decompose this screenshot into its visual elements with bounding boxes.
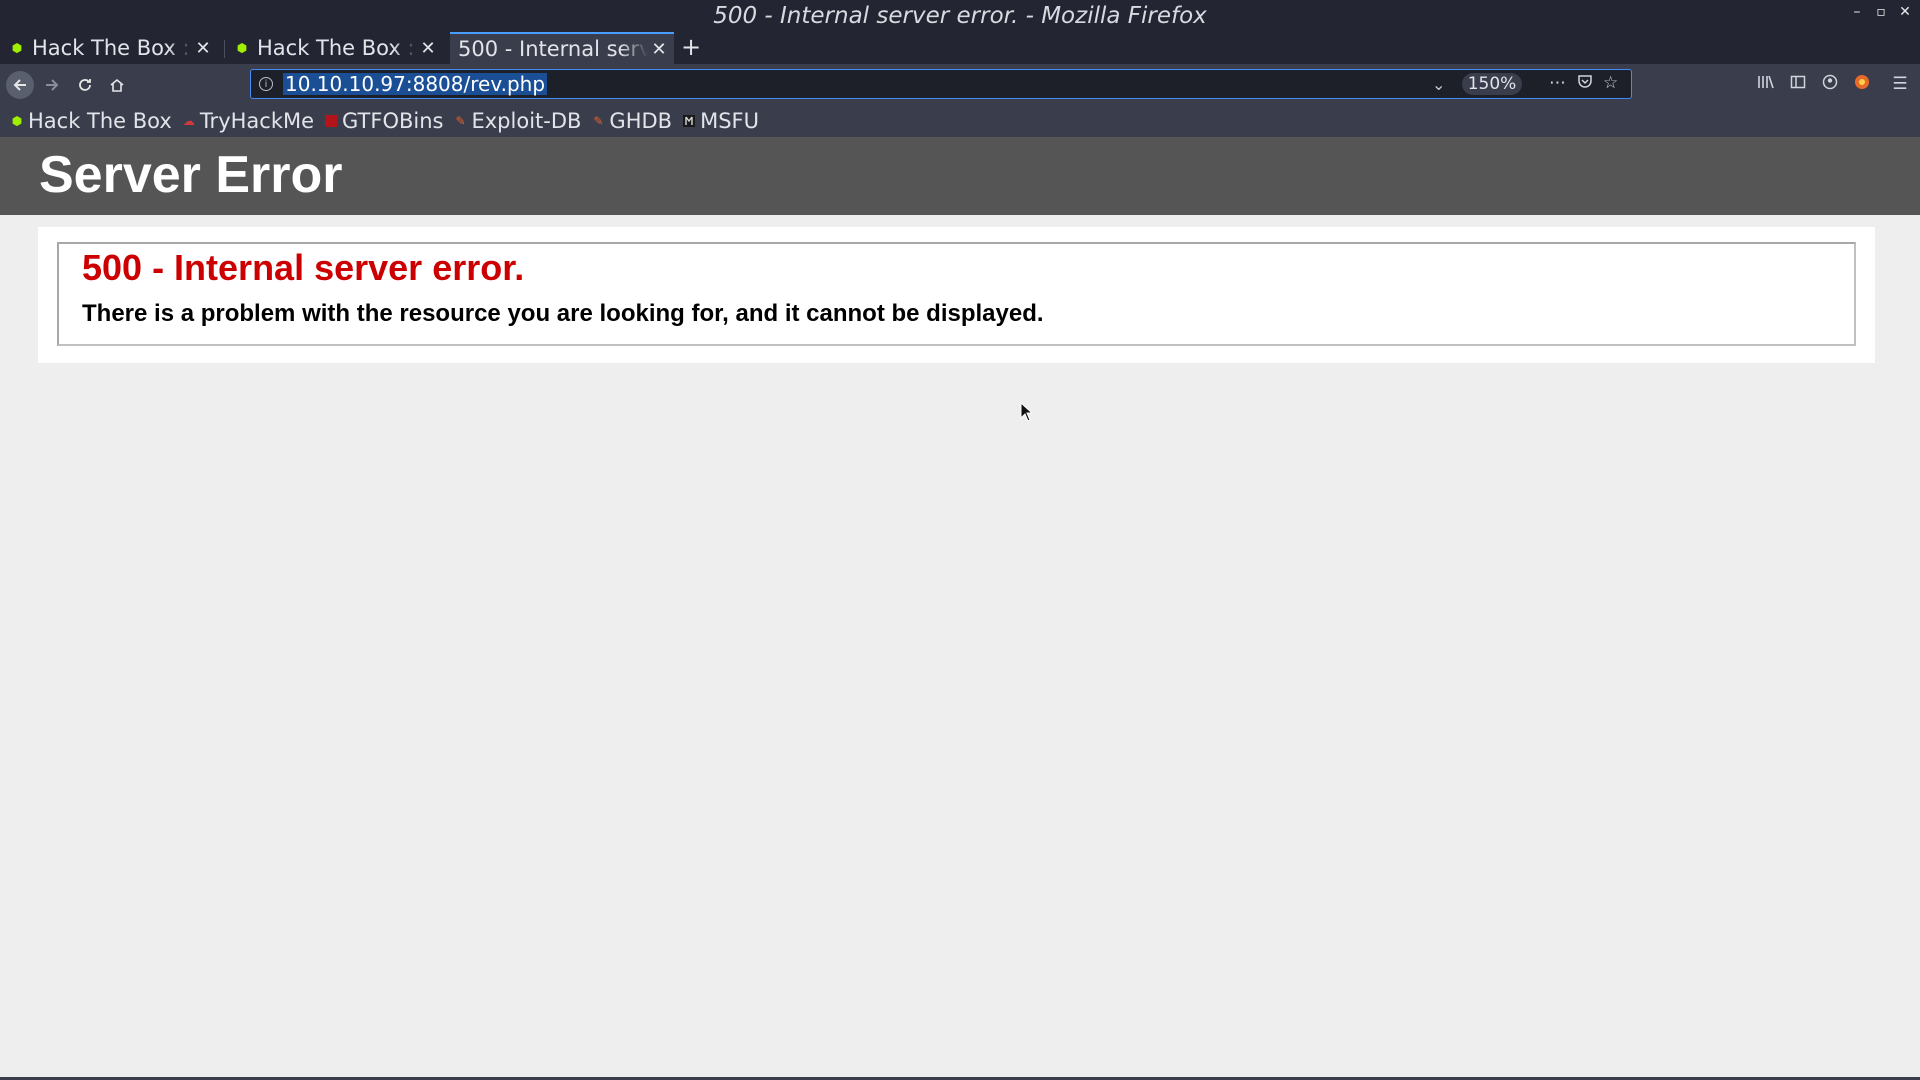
zoom-level-button[interactable]: 150% bbox=[1462, 73, 1522, 95]
tab-close-icon[interactable]: ✕ bbox=[648, 39, 670, 60]
tab-label: Hack The Box :: Machines bbox=[32, 36, 192, 60]
bookmark-label: Exploit-DB bbox=[471, 109, 582, 133]
thm-icon: ☁ bbox=[182, 114, 195, 128]
ghdb-icon: ✎ bbox=[593, 114, 604, 128]
bookmark-msfu[interactable]: MSFU bbox=[682, 109, 759, 133]
window-controls: – ▫ ✕ bbox=[1850, 4, 1912, 20]
tab-label: 500 - Internal server error. bbox=[458, 37, 648, 61]
page-title: Server Error bbox=[39, 146, 343, 204]
error-fieldset: 500 - Internal server error. There is a … bbox=[57, 242, 1856, 346]
extension-icon[interactable] bbox=[1851, 74, 1873, 95]
bookmark-label: GTFOBins bbox=[342, 109, 444, 133]
error-title: 500 - Internal server error. bbox=[82, 247, 525, 288]
minimize-icon[interactable]: – bbox=[1850, 4, 1864, 20]
chevron-down-icon[interactable]: ⌄ bbox=[1432, 75, 1445, 94]
bookmark-hack-the-box[interactable]: ⬢ Hack The Box bbox=[10, 109, 172, 133]
htb-icon: ⬢ bbox=[236, 41, 248, 55]
home-icon bbox=[110, 78, 124, 92]
bookmark-label: MSFU bbox=[700, 109, 759, 133]
window-title: 500 - Internal server error. - Mozilla F… bbox=[713, 3, 1207, 29]
exploitdb-icon: ✎ bbox=[455, 114, 466, 128]
mouse-cursor-icon bbox=[1020, 402, 1034, 422]
bookmark-label: Hack The Box bbox=[28, 109, 172, 133]
tab-htb-starting-point[interactable]: ⬢ Hack The Box :: Starting Point ✕ bbox=[225, 32, 443, 64]
tab-close-icon[interactable]: ✕ bbox=[192, 38, 214, 59]
forward-button[interactable] bbox=[38, 71, 66, 99]
sidebar-icon[interactable] bbox=[1787, 74, 1809, 95]
reload-icon bbox=[79, 79, 91, 91]
content-panel: 500 - Internal server error. There is a … bbox=[38, 227, 1875, 363]
bookmark-tryhackme[interactable]: ☁ TryHackMe bbox=[182, 109, 314, 133]
tab-label: Hack The Box :: Starting Point bbox=[257, 36, 417, 60]
close-window-icon[interactable]: ✕ bbox=[1898, 4, 1912, 20]
back-button[interactable] bbox=[6, 71, 34, 99]
window-titlebar: 500 - Internal server error. - Mozilla F… bbox=[0, 0, 1920, 32]
new-tab-button[interactable]: + bbox=[678, 32, 704, 64]
forward-arrow-icon bbox=[46, 79, 59, 91]
reload-button[interactable] bbox=[71, 71, 99, 99]
nav-toolbar: i 10.10.10.97:8808/rev.php ⌄ 150% ⋯ ☆ ☰ bbox=[0, 64, 1920, 105]
tab-strip: ⬢ Hack The Box :: Machines ✕ ⬢ Hack The … bbox=[0, 32, 1920, 64]
url-text[interactable]: 10.10.10.97:8808/rev.php bbox=[283, 73, 548, 95]
tab-close-icon[interactable]: ✕ bbox=[417, 38, 439, 59]
msfu-icon bbox=[682, 114, 696, 128]
htb-icon: ⬢ bbox=[11, 114, 23, 128]
home-button[interactable] bbox=[103, 71, 131, 99]
bookmark-star-icon[interactable]: ☆ bbox=[1603, 73, 1618, 93]
bookmarks-toolbar: ⬢ Hack The Box ☁ TryHackMe GTFOBins ✎ Ex… bbox=[0, 105, 1920, 137]
tab-htb-machines[interactable]: ⬢ Hack The Box :: Machines ✕ bbox=[0, 32, 218, 64]
tab-server-error[interactable]: 500 - Internal server error. ✕ bbox=[450, 32, 674, 64]
bookmark-exploit-db[interactable]: ✎ Exploit-DB bbox=[453, 109, 581, 133]
bookmark-ghdb[interactable]: ✎ GHDB bbox=[591, 109, 672, 133]
error-message: There is a problem with the resource you… bbox=[82, 300, 1044, 327]
back-arrow-icon bbox=[13, 79, 26, 91]
maximize-icon[interactable]: ▫ bbox=[1874, 4, 1888, 20]
bookmark-gtfobins[interactable]: GTFOBins bbox=[324, 109, 443, 133]
bookmark-label: TryHackMe bbox=[199, 109, 315, 133]
page-header: Server Error bbox=[0, 137, 1920, 215]
account-icon[interactable] bbox=[1819, 74, 1841, 95]
library-icon[interactable] bbox=[1755, 74, 1777, 95]
bookmark-label: GHDB bbox=[609, 109, 673, 133]
pocket-icon[interactable] bbox=[1577, 73, 1593, 94]
hamburger-menu-icon[interactable]: ☰ bbox=[1889, 74, 1911, 94]
site-info-icon[interactable]: i bbox=[259, 77, 273, 91]
page-actions-icon[interactable]: ⋯ bbox=[1549, 73, 1566, 93]
url-bar[interactable]: i 10.10.10.97:8808/rev.php ⌄ 150% ⋯ ☆ bbox=[250, 69, 1632, 99]
htb-icon: ⬢ bbox=[11, 41, 23, 55]
gtfobins-icon bbox=[324, 114, 338, 128]
